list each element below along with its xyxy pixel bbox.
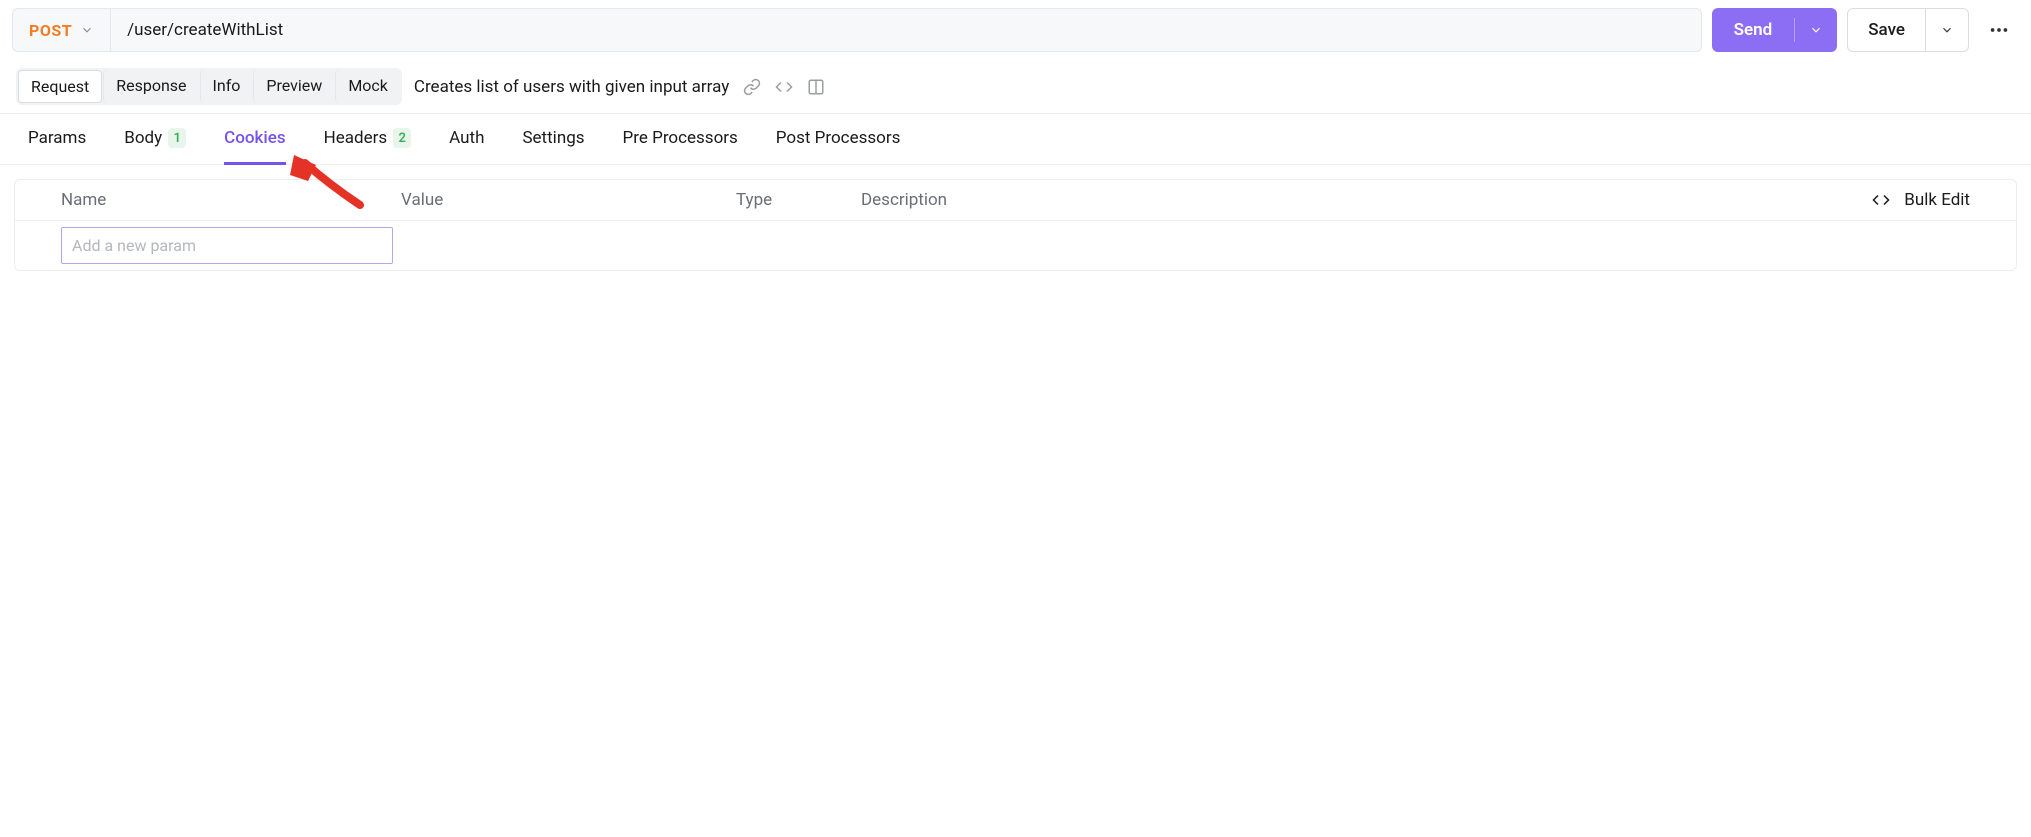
- tab-settings[interactable]: Settings: [522, 128, 584, 165]
- body-count-badge: 1: [168, 128, 186, 148]
- column-name: Name: [61, 190, 401, 210]
- send-button[interactable]: Send: [1712, 8, 1838, 52]
- chevron-down-icon: [80, 23, 94, 37]
- save-button-label: Save: [1848, 20, 1925, 40]
- send-dropdown-toggle[interactable]: [1795, 23, 1837, 37]
- tab-params[interactable]: Params: [28, 128, 86, 165]
- url-input[interactable]: [111, 9, 1701, 51]
- code-icon[interactable]: [775, 78, 793, 96]
- http-method-label: POST: [29, 21, 72, 40]
- tab-cookies[interactable]: Cookies: [224, 128, 285, 165]
- tab-info[interactable]: Info: [200, 70, 253, 103]
- tab-body[interactable]: Body 1: [124, 128, 186, 165]
- save-button[interactable]: Save: [1847, 8, 1969, 52]
- column-value: Value: [401, 190, 736, 210]
- headers-count-badge: 2: [393, 128, 411, 148]
- cookies-table: Name Value Type Description Bulk Edit: [0, 165, 2031, 271]
- url-group: POST: [12, 8, 1702, 52]
- tab-mock[interactable]: Mock: [335, 70, 400, 103]
- request-top-bar: POST Send Save: [0, 0, 2031, 60]
- code-icon[interactable]: [1872, 191, 1890, 209]
- save-dropdown-toggle[interactable]: [1926, 23, 1968, 37]
- table-header: Name Value Type Description Bulk Edit: [14, 179, 2017, 220]
- tab-body-label: Body: [124, 128, 162, 148]
- tab-headers-label: Headers: [324, 128, 388, 148]
- dots-horizontal-icon: [1988, 19, 2010, 41]
- table-row: [14, 220, 2017, 271]
- tab-post-processors[interactable]: Post Processors: [776, 128, 901, 165]
- link-icon[interactable]: [743, 78, 761, 96]
- tab-pre-processors[interactable]: Pre Processors: [623, 128, 738, 165]
- table-header-actions: Bulk Edit: [1872, 190, 1970, 210]
- column-description: Description: [861, 190, 1872, 210]
- http-method-selector[interactable]: POST: [13, 9, 111, 51]
- panel-icon[interactable]: [807, 78, 825, 96]
- endpoint-description: Creates list of users with given input a…: [414, 77, 729, 97]
- tab-preview[interactable]: Preview: [253, 70, 334, 103]
- tab-request[interactable]: Request: [18, 70, 102, 103]
- tab-auth[interactable]: Auth: [449, 128, 484, 165]
- secondary-icons: [743, 78, 825, 96]
- column-type: Type: [736, 190, 861, 210]
- tab-headers[interactable]: Headers 2: [324, 128, 412, 165]
- send-button-label: Send: [1712, 20, 1795, 40]
- request-section-tabs: Params Body 1 Cookies Headers 2 Auth Set…: [0, 114, 2031, 165]
- bulk-edit-button[interactable]: Bulk Edit: [1904, 190, 1970, 210]
- view-mode-tabs: Request Response Info Preview Mock: [16, 68, 402, 105]
- more-actions-button[interactable]: [1979, 8, 2019, 52]
- secondary-bar: Request Response Info Preview Mock Creat…: [0, 60, 2031, 114]
- tab-response[interactable]: Response: [103, 70, 198, 103]
- add-param-input[interactable]: [61, 227, 393, 264]
